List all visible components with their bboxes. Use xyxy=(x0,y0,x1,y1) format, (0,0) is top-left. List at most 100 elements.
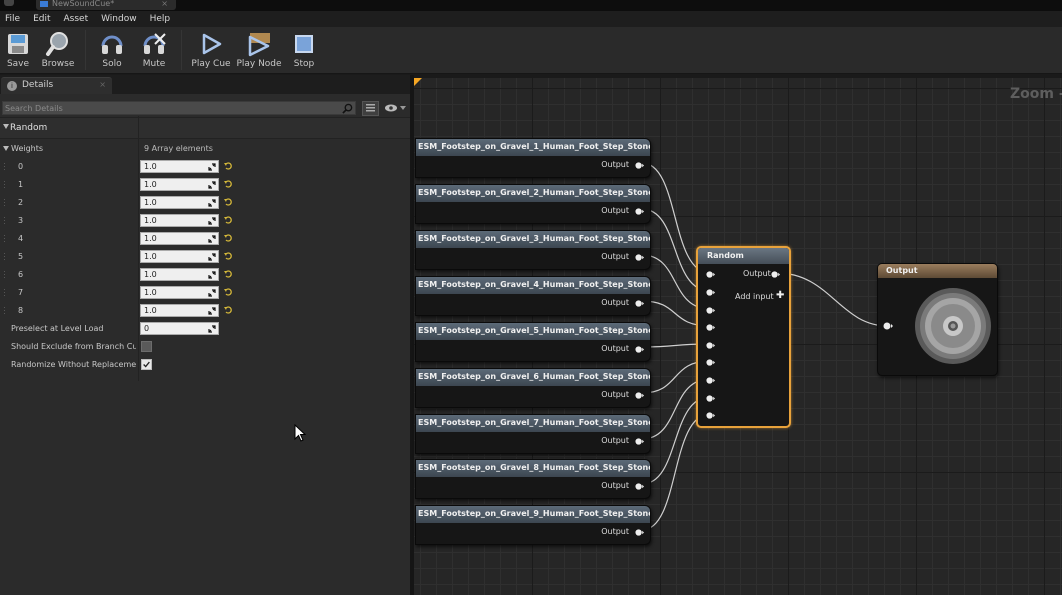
input-pin-icon[interactable] xyxy=(706,376,715,385)
drag-handle-icon[interactable] xyxy=(3,252,6,261)
solo-button[interactable]: Solo xyxy=(97,27,127,73)
wave-player-node[interactable]: ESM_Footstep_on_Gravel_7_Human_Foot_Step… xyxy=(415,414,651,454)
preselect-row: Preselect at Level Load 0 xyxy=(0,320,410,338)
reset-to-default-icon[interactable] xyxy=(224,288,232,296)
expand-arrows-icon xyxy=(208,199,216,207)
wave-player-node[interactable]: ESM_Footstep_on_Gravel_5_Human_Foot_Step… xyxy=(415,322,651,362)
wave-player-node[interactable]: ESM_Footstep_on_Gravel_3_Human_Foot_Step… xyxy=(415,230,651,270)
reset-to-default-icon[interactable] xyxy=(224,270,232,278)
weight-index: 3 xyxy=(18,216,24,225)
reset-to-default-icon[interactable] xyxy=(224,234,232,242)
save-button[interactable]: Save xyxy=(2,27,34,73)
drag-handle-icon[interactable] xyxy=(3,180,6,189)
drag-handle-icon[interactable] xyxy=(3,270,6,279)
drag-handle-icon[interactable] xyxy=(3,306,6,315)
preselect-field[interactable]: 0 xyxy=(140,322,219,335)
reset-to-default-icon[interactable] xyxy=(224,180,232,188)
search-icon[interactable] xyxy=(342,103,353,114)
output-node[interactable]: Output xyxy=(877,263,998,376)
random-node[interactable]: Random Output Add input ✚ xyxy=(696,246,791,428)
menu-asset[interactable]: Asset xyxy=(64,14,89,24)
weight-value-field[interactable]: 1.0 xyxy=(140,178,219,191)
wave-player-node[interactable]: ESM_Footstep_on_Gravel_8_Human_Foot_Step… xyxy=(415,459,651,499)
input-pin-icon[interactable] xyxy=(706,323,715,332)
weight-value-field[interactable]: 1.0 xyxy=(140,250,219,263)
input-pin-icon[interactable] xyxy=(706,411,715,420)
weight-value-field[interactable]: 1.0 xyxy=(140,232,219,245)
weight-row: 1 1.0 xyxy=(0,176,410,194)
play-node-button[interactable]: Play Node xyxy=(236,27,282,73)
drag-handle-icon[interactable] xyxy=(3,288,6,297)
close-icon[interactable]: × xyxy=(161,0,168,8)
output-pin-icon[interactable] xyxy=(635,207,644,216)
weight-value-field[interactable]: 1.0 xyxy=(140,304,219,317)
exclude-checkbox[interactable] xyxy=(141,341,152,352)
category-random[interactable]: Random xyxy=(0,117,410,139)
mute-button[interactable]: Mute xyxy=(139,27,169,73)
node-header: ESM_Footstep_on_Gravel_7_Human_Foot_Step… xyxy=(416,415,650,432)
reset-to-default-icon[interactable] xyxy=(224,216,232,224)
drag-handle-icon[interactable] xyxy=(3,198,6,207)
magnifier-icon xyxy=(46,32,68,56)
node-header: ESM_Footstep_on_Gravel_5_Human_Foot_Step… xyxy=(416,323,650,340)
document-tab-label: NewSoundCue* xyxy=(52,0,115,8)
output-pin-icon[interactable] xyxy=(635,345,644,354)
output-pin-icon[interactable] xyxy=(771,270,780,279)
input-pin-icon[interactable] xyxy=(706,394,715,403)
output-pin-icon[interactable] xyxy=(635,299,644,308)
menu-edit[interactable]: Edit xyxy=(33,14,50,24)
graph-corner-marker xyxy=(414,78,422,86)
eye-icon[interactable] xyxy=(383,102,407,114)
weight-value-field[interactable]: 1.0 xyxy=(140,214,219,227)
drag-handle-icon[interactable] xyxy=(3,234,6,243)
menu-help[interactable]: Help xyxy=(150,14,171,24)
output-pin-icon[interactable] xyxy=(635,161,644,170)
details-tab-label: Details xyxy=(22,80,54,90)
wave-player-node[interactable]: ESM_Footstep_on_Gravel_4_Human_Foot_Step… xyxy=(415,276,651,316)
input-pin-icon[interactable] xyxy=(706,341,715,350)
close-icon[interactable]: × xyxy=(99,80,106,89)
expand-arrows-icon xyxy=(208,307,216,315)
wave-player-node[interactable]: ESM_Footstep_on_Gravel_1_Human_Foot_Step… xyxy=(415,138,651,178)
document-tab[interactable]: NewSoundCue* × xyxy=(36,0,176,10)
input-pin-icon[interactable] xyxy=(706,270,715,279)
reset-to-default-icon[interactable] xyxy=(224,252,232,260)
weight-index: 4 xyxy=(18,234,24,243)
output-pin-icon[interactable] xyxy=(635,437,644,446)
weight-value-field[interactable]: 1.0 xyxy=(140,196,219,209)
input-pin-icon[interactable] xyxy=(706,306,715,315)
weight-value: 1.0 xyxy=(144,162,157,171)
expand-arrow-icon[interactable] xyxy=(3,146,9,151)
input-pin-icon[interactable] xyxy=(706,358,715,367)
stop-button[interactable]: Stop xyxy=(290,27,318,73)
node-header: ESM_Footstep_on_Gravel_8_Human_Foot_Step… xyxy=(416,460,650,477)
input-pin-icon[interactable] xyxy=(706,288,715,297)
wave-player-node[interactable]: ESM_Footstep_on_Gravel_2_Human_Foot_Step… xyxy=(415,184,651,224)
drag-handle-icon[interactable] xyxy=(3,162,6,171)
view-options-button[interactable] xyxy=(362,101,379,116)
output-pin-icon[interactable] xyxy=(635,391,644,400)
input-pin-icon[interactable] xyxy=(883,321,893,331)
weight-value-field[interactable]: 1.0 xyxy=(140,286,219,299)
wave-player-node[interactable]: ESM_Footstep_on_Gravel_6_Human_Foot_Step… xyxy=(415,368,651,408)
browse-button[interactable]: Browse xyxy=(40,27,76,73)
wave-player-node[interactable]: ESM_Footstep_on_Gravel_9_Human_Foot_Step… xyxy=(415,505,651,545)
weight-value-field[interactable]: 1.0 xyxy=(140,160,219,173)
menu-window[interactable]: Window xyxy=(101,14,137,24)
menu-file[interactable]: File xyxy=(5,14,20,24)
expand-arrows-icon xyxy=(208,217,216,225)
reset-to-default-icon[interactable] xyxy=(224,306,232,314)
reset-to-default-icon[interactable] xyxy=(224,198,232,206)
weight-row: 6 1.0 xyxy=(0,266,410,284)
output-pin-icon[interactable] xyxy=(635,253,644,262)
add-input-button[interactable]: ✚ xyxy=(776,290,784,301)
play-cue-button[interactable]: Play Cue xyxy=(190,27,232,73)
reset-to-default-icon[interactable] xyxy=(224,162,232,170)
randomize-checkbox[interactable] xyxy=(141,359,152,370)
search-input[interactable] xyxy=(3,102,339,114)
output-pin-icon[interactable] xyxy=(635,528,644,537)
output-pin-icon[interactable] xyxy=(635,482,644,491)
drag-handle-icon[interactable] xyxy=(3,216,6,225)
weight-value-field[interactable]: 1.0 xyxy=(140,268,219,281)
tab-details[interactable]: i Details × xyxy=(1,77,112,94)
